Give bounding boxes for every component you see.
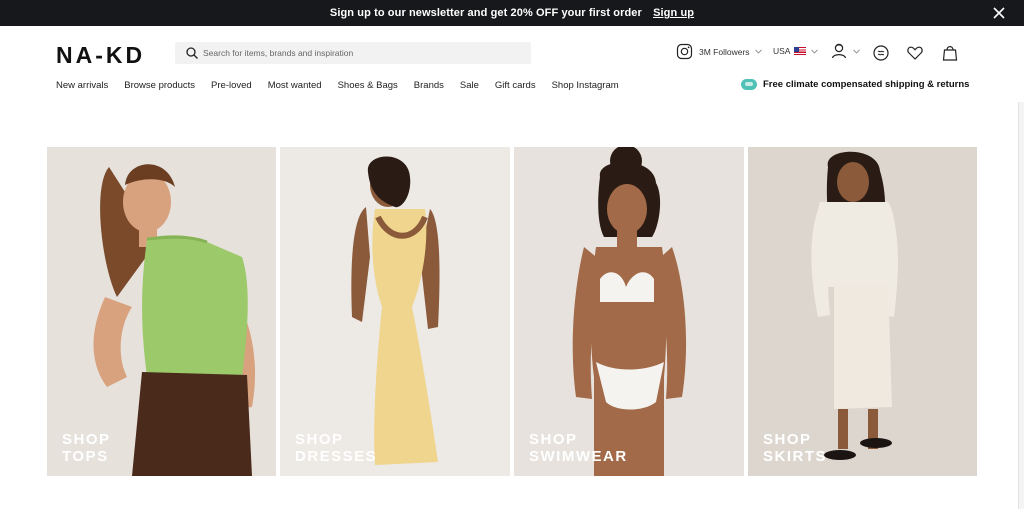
category-caption: SHOP DRESSES — [295, 431, 377, 465]
caption-line-2: TOPS — [62, 448, 109, 465]
heart-icon[interactable] — [905, 43, 925, 63]
nav-item-sale[interactable]: Sale — [460, 80, 479, 91]
nav-item-pre-loved[interactable]: Pre-loved — [211, 80, 252, 91]
newsletter-banner: Sign up to our newsletter and get 20% OF… — [0, 0, 1024, 26]
category-caption: SHOP SKIRTS — [763, 431, 827, 465]
nav-item-shop-instagram[interactable]: Shop Instagram — [552, 80, 619, 91]
country-selector[interactable]: USA — [773, 46, 819, 56]
search-input[interactable] — [203, 42, 523, 64]
close-icon[interactable] — [992, 6, 1006, 20]
search-icon — [185, 46, 199, 60]
caption-line-1: SHOP — [62, 431, 111, 448]
newsletter-message: Sign up to our newsletter and get 20% OF… — [329, 7, 642, 19]
nav-item-new-arrivals[interactable]: New arrivals — [56, 80, 108, 91]
category-caption: SHOP SWIMWEAR — [529, 431, 628, 465]
newsletter-message-row: Sign up to our newsletter and get 20% OF… — [0, 0, 1024, 26]
tops-model-image — [47, 147, 276, 476]
caption-line-2: SKIRTS — [763, 448, 828, 465]
chevron-down-icon — [750, 49, 762, 54]
logo[interactable]: NA-KD — [56, 42, 145, 69]
bag-icon[interactable] — [940, 43, 960, 63]
dresses-model-image — [280, 147, 510, 476]
instagram-link[interactable]: 3M Followers — [676, 43, 762, 60]
country-label: USA — [773, 46, 791, 56]
chevron-down-icon — [848, 48, 860, 54]
caption-line-2: SWIMWEAR — [529, 448, 628, 465]
nav-item-most-wanted[interactable]: Most wanted — [268, 80, 322, 91]
category-tile-skirts[interactable]: SHOP SKIRTS — [748, 147, 977, 476]
category-tile-swimwear[interactable]: SHOP SWIMWEAR — [514, 147, 744, 476]
promo-text: Free climate compensated shipping & retu… — [763, 79, 970, 90]
caption-line-1: SHOP — [529, 431, 578, 448]
scrollbar[interactable] — [1018, 102, 1024, 509]
caption-line-2: DRESSES — [295, 448, 378, 465]
category-caption: SHOP TOPS — [62, 431, 111, 465]
category-tile-tops[interactable]: SHOP TOPS — [47, 147, 276, 476]
category-tile-dresses[interactable]: SHOP DRESSES — [280, 147, 510, 476]
shipping-promo: Free climate compensated shipping & retu… — [741, 79, 969, 90]
chevron-down-icon — [806, 48, 819, 54]
main-nav: New arrivals Browse products Pre-loved M… — [56, 80, 635, 91]
nav-item-gift-cards[interactable]: Gift cards — [495, 80, 536, 91]
flag-usa-icon — [794, 47, 807, 55]
swimwear-model-image — [514, 147, 744, 476]
nav-item-browse-products[interactable]: Browse products — [124, 80, 195, 91]
caption-line-1: SHOP — [763, 431, 812, 448]
nav-item-shoes-bags[interactable]: Shoes & Bags — [338, 80, 398, 91]
nav-item-brands[interactable]: Brands — [414, 80, 444, 91]
instagram-icon — [676, 43, 693, 60]
caption-line-1: SHOP — [295, 431, 344, 448]
signup-link[interactable]: Sign up — [653, 7, 694, 19]
instagram-followers: 3M Followers — [699, 46, 750, 57]
climate-badge-icon — [741, 79, 757, 90]
search-bar[interactable] — [175, 42, 531, 64]
account-icon — [830, 42, 848, 60]
account-menu[interactable] — [830, 42, 860, 60]
chat-icon[interactable] — [871, 43, 891, 63]
skirts-model-image — [748, 147, 977, 476]
